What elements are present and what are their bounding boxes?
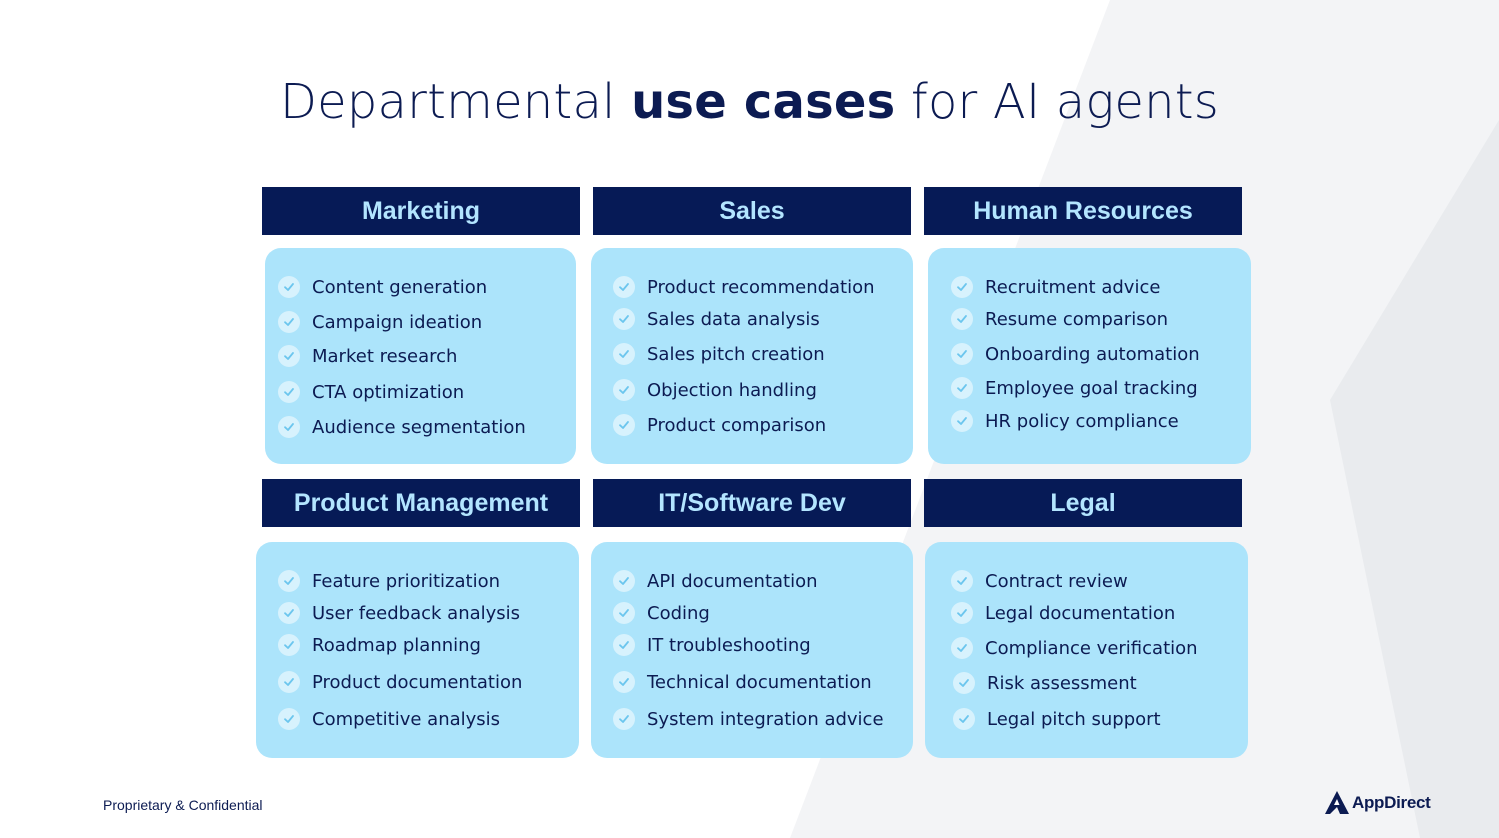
list-item: Sales data analysis <box>613 307 820 331</box>
check-circle-icon <box>953 672 975 694</box>
check-circle-icon <box>613 602 635 624</box>
list-item: Campaign ideation <box>278 310 482 334</box>
check-circle-icon <box>278 311 300 333</box>
check-circle-icon <box>951 410 973 432</box>
list-item: Technical documentation <box>613 670 872 694</box>
list-item: Contract review <box>951 569 1128 593</box>
list-item: HR policy compliance <box>951 409 1179 433</box>
check-circle-icon <box>951 343 973 365</box>
card-marketing: Content generation Campaign ideation Mar… <box>265 248 576 464</box>
list-item: Feature prioritization <box>278 569 500 593</box>
list-item: System integration advice <box>613 707 884 731</box>
list-item: API documentation <box>613 569 818 593</box>
appdirect-logo-icon <box>1325 791 1349 814</box>
card-human-resources: Recruitment advice Resume comparison Onb… <box>928 248 1251 464</box>
page-title: Departmental use cases for AI agents <box>279 74 1219 130</box>
check-circle-icon <box>613 671 635 693</box>
check-circle-icon <box>953 708 975 730</box>
list-item: Onboarding automation <box>951 342 1200 366</box>
list-item: Coding <box>613 601 710 625</box>
list-item: Sales pitch creation <box>613 342 825 366</box>
check-circle-icon <box>951 637 973 659</box>
check-circle-icon <box>278 602 300 624</box>
logo-text: AppDirect <box>1352 793 1431 812</box>
check-circle-icon <box>613 308 635 330</box>
check-circle-icon <box>613 276 635 298</box>
list-item: IT troubleshooting <box>613 633 811 657</box>
check-circle-icon <box>278 416 300 438</box>
card-sales: Product recommendation Sales data analys… <box>591 248 913 464</box>
header-legal: Legal <box>924 479 1242 527</box>
list-item: Compliance verification <box>951 636 1198 660</box>
check-circle-icon <box>613 379 635 401</box>
check-circle-icon <box>951 276 973 298</box>
list-item: Roadmap planning <box>278 633 481 657</box>
list-item: Legal pitch support <box>953 707 1161 731</box>
header-marketing: Marketing <box>262 187 580 235</box>
list-item: Resume comparison <box>951 307 1168 331</box>
list-item: Product comparison <box>613 413 826 437</box>
card-product-management: Feature prioritization User feedback ana… <box>256 542 579 758</box>
list-item: Risk assessment <box>953 671 1137 695</box>
list-item: Product recommendation <box>613 275 875 299</box>
header-it-software-dev: IT/Software Dev <box>593 479 911 527</box>
check-circle-icon <box>613 708 635 730</box>
list-item: Competitive analysis <box>278 707 500 731</box>
check-circle-icon <box>278 634 300 656</box>
appdirect-logo: AppDirect <box>1324 790 1431 816</box>
check-circle-icon <box>278 345 300 367</box>
check-circle-icon <box>278 708 300 730</box>
check-circle-icon <box>613 570 635 592</box>
check-circle-icon <box>951 602 973 624</box>
list-item: Legal documentation <box>951 601 1175 625</box>
header-human-resources: Human Resources <box>924 187 1242 235</box>
header-sales: Sales <box>593 187 911 235</box>
check-circle-icon <box>613 343 635 365</box>
card-legal: Contract review Legal documentation Comp… <box>925 542 1248 758</box>
check-circle-icon <box>278 381 300 403</box>
list-item: Objection handling <box>613 378 817 402</box>
check-circle-icon <box>951 308 973 330</box>
list-item: Audience segmentation <box>278 415 526 439</box>
check-circle-icon <box>278 671 300 693</box>
check-circle-icon <box>278 276 300 298</box>
list-item: Product documentation <box>278 670 522 694</box>
list-item: Employee goal tracking <box>951 376 1198 400</box>
card-it-software-dev: API documentation Coding IT troubleshoot… <box>591 542 913 758</box>
header-product-management: Product Management <box>262 479 580 527</box>
check-circle-icon <box>613 634 635 656</box>
check-circle-icon <box>951 570 973 592</box>
list-item: Content generation <box>278 275 487 299</box>
check-circle-icon <box>951 377 973 399</box>
check-circle-icon <box>278 570 300 592</box>
list-item: Market research <box>278 344 457 368</box>
confidential-label: Proprietary & Confidential <box>103 797 263 813</box>
list-item: CTA optimization <box>278 380 464 404</box>
check-circle-icon <box>613 414 635 436</box>
list-item: Recruitment advice <box>951 275 1160 299</box>
list-item: User feedback analysis <box>278 601 520 625</box>
